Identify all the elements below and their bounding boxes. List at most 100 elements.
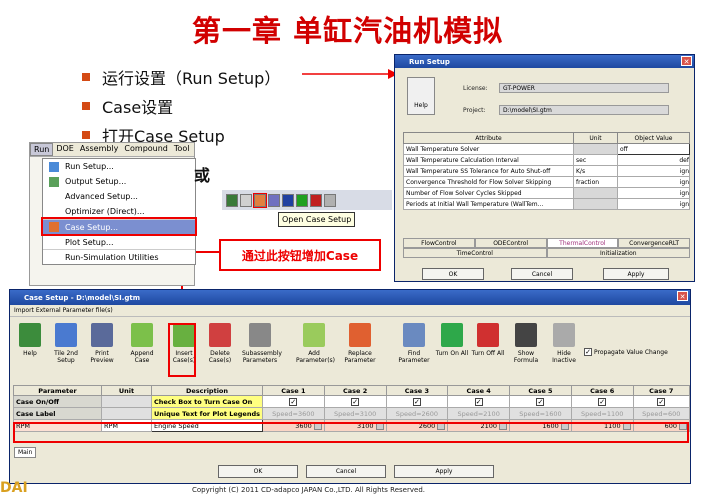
value-cell[interactable]: ign: [617, 165, 690, 177]
stop-icon[interactable]: [310, 193, 322, 207]
menu-item-run-setup[interactable]: Run Setup...: [43, 159, 195, 174]
menu-tool[interactable]: Tool: [171, 143, 193, 156]
apply-button[interactable]: Apply: [394, 465, 494, 478]
tab-convergencerlt[interactable]: ConvergenceRLT: [618, 238, 690, 248]
col-case-1[interactable]: Case 1: [261, 385, 325, 396]
help-label: Help: [414, 102, 428, 109]
case-label-cell[interactable]: Speed=1100: [570, 407, 634, 420]
tab-thermalcontrol[interactable]: ThermalControl: [546, 238, 619, 248]
value-dropdown[interactable]: off: [617, 143, 690, 155]
unit-select[interactable]: fraction: [573, 176, 618, 188]
case-label-cell[interactable]: Speed=2600: [385, 407, 449, 420]
case-label-cell[interactable]: Speed=600: [632, 407, 691, 420]
col-case-5[interactable]: Case 5: [509, 385, 572, 396]
menu-item-run-simulation-utilities[interactable]: Run-Simulation Utilities: [43, 249, 195, 264]
case-checkbox[interactable]: ✓: [385, 395, 449, 408]
value-cell[interactable]: ign: [617, 187, 690, 199]
grid-icon[interactable]: [240, 193, 252, 207]
apply-button[interactable]: Apply: [603, 268, 669, 280]
value-cell[interactable]: ign: [617, 198, 690, 210]
help-button[interactable]: Help: [407, 77, 435, 115]
tab-odecontrol[interactable]: ODEControl: [474, 238, 547, 248]
col-case-6[interactable]: Case 6: [570, 385, 634, 396]
menu-item-optimizer[interactable]: Optimizer (Direct)...: [43, 204, 195, 219]
run-icon[interactable]: [296, 193, 308, 207]
run-setup-table: Attribute Unit Object Value Wall Tempera…: [403, 132, 690, 210]
case-checkbox[interactable]: ✓: [632, 395, 691, 408]
col-case-2[interactable]: Case 2: [323, 385, 387, 396]
checkbox-icon[interactable]: ✓: [657, 397, 666, 406]
import-parameter-link[interactable]: Import External Parameter file(s): [10, 305, 690, 317]
tool-replace-parameter[interactable]: Replace Parameter: [342, 319, 378, 364]
value-cell[interactable]: def: [617, 154, 690, 166]
case-checkbox[interactable]: ✓: [323, 395, 387, 408]
menu-doe[interactable]: DOE: [53, 143, 77, 156]
menu-item-output-setup[interactable]: Output Setup...: [43, 174, 195, 189]
case-checkbox[interactable]: ✓: [261, 395, 325, 408]
unit-select[interactable]: K/s: [573, 165, 618, 177]
checkbox-icon[interactable]: ✓: [474, 397, 483, 406]
sheet-tab-main[interactable]: Main: [14, 447, 37, 458]
case-checkbox[interactable]: ✓: [509, 395, 572, 408]
close-icon[interactable]: ✕: [677, 291, 688, 301]
case-label-cell[interactable]: Speed=3600: [261, 407, 325, 420]
menu-item-case-setup[interactable]: Case Setup...: [41, 217, 197, 236]
tool-hide-inactive[interactable]: Hide Inactive: [546, 319, 582, 364]
checkbox-icon[interactable]: ✓: [598, 397, 607, 406]
ok-button[interactable]: OK: [218, 465, 298, 478]
turn-on-all-icon: [441, 323, 463, 347]
menu-run[interactable]: Run: [30, 143, 54, 156]
propagate-checkbox[interactable]: ✓ Propagate Value Change: [584, 348, 668, 356]
value-cell[interactable]: ign: [617, 176, 690, 188]
tab-flowcontrol[interactable]: FlowControl: [403, 238, 475, 248]
menu-item-plot-setup[interactable]: Plot Setup...: [43, 234, 195, 249]
case-setup-icon[interactable]: [253, 192, 267, 208]
case-checkbox[interactable]: ✓: [570, 395, 634, 408]
tool-tile-2nd-setup[interactable]: Tile 2nd Setup: [48, 319, 84, 364]
toolbar-fragment: [222, 190, 392, 210]
tool-label: Append Case: [130, 350, 154, 364]
tool-delete-case-s[interactable]: Delete Case(s): [202, 319, 238, 364]
plot-icon[interactable]: [268, 193, 280, 207]
tool-help[interactable]: Help: [12, 319, 48, 357]
bullet-text: Case设置: [102, 97, 174, 117]
checkbox-icon[interactable]: ✓: [351, 397, 360, 406]
tool-append-case[interactable]: Append Case: [124, 319, 160, 364]
find-parameter-icon: [403, 323, 425, 347]
tab-initialization[interactable]: Initialization: [546, 248, 690, 258]
tool-show-formula[interactable]: Show Formula: [508, 319, 544, 364]
param-cell: Case On/Off: [13, 395, 102, 408]
close-icon[interactable]: ✕: [681, 56, 692, 66]
tool-subassembly-parameters[interactable]: Subassembly Parameters: [242, 319, 282, 364]
case-label-cell[interactable]: Speed=1600: [509, 407, 572, 420]
case-checkbox[interactable]: ✓: [447, 395, 511, 408]
cancel-button[interactable]: Cancel: [306, 465, 386, 478]
bullet-text: 运行设置（Run Setup）: [102, 68, 281, 88]
case-label-cell[interactable]: Speed=2100: [447, 407, 511, 420]
append-case-icon: [131, 323, 153, 347]
tool-add-parameter-s[interactable]: Add Parameter(s): [296, 319, 335, 364]
checkbox-icon[interactable]: ✓: [536, 397, 545, 406]
tab-timecontrol[interactable]: TimeControl: [403, 248, 547, 258]
menu-assembly[interactable]: Assembly: [77, 143, 122, 156]
tool-print-preview[interactable]: Print Preview: [84, 319, 120, 364]
tool-turn-on-all[interactable]: Turn On All: [434, 319, 470, 357]
desc-cell: Unique Text for Plot Legends: [151, 407, 263, 420]
ok-button[interactable]: OK: [422, 268, 484, 280]
checkbox-icon[interactable]: ✓: [584, 348, 592, 356]
case-label-cell[interactable]: Speed=3100: [323, 407, 387, 420]
gt-post-icon[interactable]: [324, 193, 336, 207]
checkbox-icon[interactable]: ✓: [289, 397, 298, 406]
unit-select[interactable]: sec: [573, 154, 618, 166]
menu-item-advanced-setup[interactable]: Advanced Setup...: [43, 189, 195, 204]
col-case-3[interactable]: Case 3: [385, 385, 449, 396]
cancel-button[interactable]: Cancel: [511, 268, 573, 280]
tool-turn-off-all[interactable]: Turn Off All: [470, 319, 506, 357]
col-case-4[interactable]: Case 4: [447, 385, 511, 396]
model-icon[interactable]: [226, 193, 238, 207]
tool-find-parameter[interactable]: Find Parameter: [396, 319, 432, 364]
step-icon[interactable]: [282, 193, 294, 207]
menu-compound[interactable]: Compound: [121, 143, 170, 156]
col-case-7[interactable]: Case 7: [632, 385, 691, 396]
checkbox-icon[interactable]: ✓: [412, 397, 421, 406]
